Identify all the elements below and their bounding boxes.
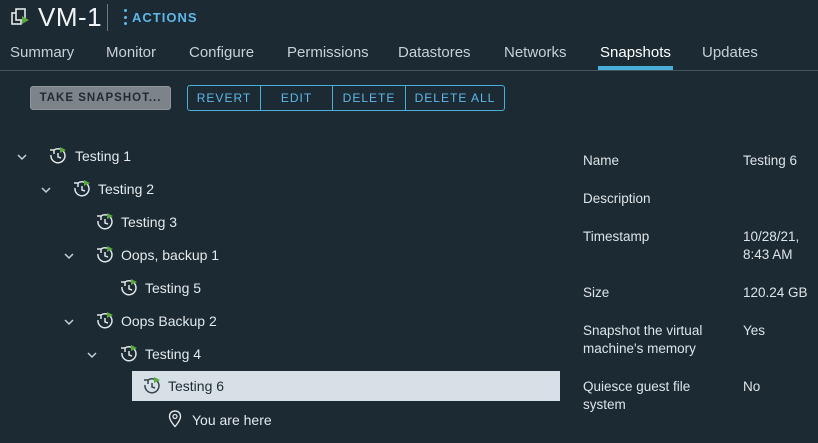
tree-item-testing-4[interactable]: Testing 4 bbox=[0, 339, 560, 369]
take-snapshot-button[interactable]: TAKE SNAPSHOT... bbox=[30, 86, 171, 110]
snapshot-icon bbox=[97, 246, 113, 263]
header-divider bbox=[107, 4, 108, 31]
snapshot-icon bbox=[74, 180, 90, 197]
vm-icon bbox=[11, 8, 29, 25]
tree-item-label: Testing 4 bbox=[145, 346, 202, 362]
detail-size-label: Size bbox=[583, 285, 610, 300]
snapshot-icon bbox=[97, 213, 113, 230]
kebab-menu-icon bbox=[124, 9, 127, 25]
tab-updates[interactable]: Updates bbox=[702, 44, 758, 61]
tree-item-testing-3[interactable]: Testing 3 bbox=[0, 207, 560, 237]
chevron-down-icon[interactable] bbox=[87, 350, 97, 360]
edit-button[interactable]: EDIT bbox=[261, 86, 333, 110]
page-title: VM-1 bbox=[38, 2, 103, 32]
snapshot-action-group: REVERT EDIT DELETE DELETE ALL bbox=[187, 85, 505, 111]
detail-name-value: Testing 6 bbox=[743, 153, 798, 168]
actions-menu-button[interactable]: ACTIONS bbox=[124, 9, 198, 25]
detail-quiesce-label-cont: system bbox=[583, 397, 626, 412]
chevron-down-icon[interactable] bbox=[64, 251, 74, 261]
tree-item-oops-backup-2[interactable]: Oops Backup 2 bbox=[0, 306, 560, 336]
detail-size-value: 120.24 GB bbox=[743, 285, 808, 300]
tree-item-testing-5[interactable]: Testing 5 bbox=[0, 273, 560, 303]
tree-item-testing-6[interactable]: Testing 6 bbox=[132, 371, 560, 401]
detail-quiesce-value: No bbox=[743, 379, 761, 394]
actions-label: ACTIONS bbox=[132, 9, 198, 25]
tab-networks[interactable]: Networks bbox=[504, 44, 567, 61]
location-pin-icon bbox=[168, 410, 182, 428]
detail-memory-label-cont: machine's memory bbox=[583, 341, 696, 356]
delete-all-button[interactable]: DELETE ALL bbox=[406, 86, 504, 110]
tree-item-label: Oops, backup 1 bbox=[121, 247, 220, 263]
detail-quiesce-label: Quiesce guest file bbox=[583, 379, 691, 394]
detail-memory-value: Yes bbox=[743, 323, 766, 338]
tree-item-testing-2[interactable]: Testing 2 bbox=[0, 174, 560, 204]
tree-item-label: Testing 1 bbox=[75, 148, 132, 164]
tree-item-label: Testing 6 bbox=[168, 378, 225, 394]
you-are-here-marker: You are here bbox=[0, 405, 560, 435]
active-tab-indicator bbox=[598, 66, 673, 70]
detail-name-label: Name bbox=[583, 153, 620, 168]
tree-item-label: Oops Backup 2 bbox=[121, 313, 217, 329]
detail-timestamp-date: 10/28/21, bbox=[743, 229, 800, 244]
snapshot-icon bbox=[121, 279, 137, 296]
chevron-down-icon[interactable] bbox=[41, 185, 51, 195]
tree-item-testing-1[interactable]: Testing 1 bbox=[0, 141, 560, 171]
tab-monitor[interactable]: Monitor bbox=[106, 44, 156, 61]
snapshot-icon bbox=[97, 312, 113, 329]
detail-timestamp-time: 8:43 AM bbox=[743, 247, 793, 262]
chevron-down-icon[interactable] bbox=[17, 152, 27, 162]
tab-permissions[interactable]: Permissions bbox=[287, 44, 369, 61]
header: VM-1 ACTIONS bbox=[0, 0, 818, 36]
tab-configure[interactable]: Configure bbox=[189, 44, 254, 61]
revert-button[interactable]: REVERT bbox=[188, 86, 261, 110]
you-are-here-label: You are here bbox=[192, 412, 272, 428]
tree-item-label: Testing 5 bbox=[145, 280, 202, 296]
detail-memory-label: Snapshot the virtual bbox=[583, 323, 703, 338]
snapshot-icon bbox=[121, 345, 137, 362]
tab-datastores[interactable]: Datastores bbox=[398, 44, 471, 61]
tab-snapshots[interactable]: Snapshots bbox=[600, 44, 671, 61]
tree-item-label: Testing 3 bbox=[121, 214, 178, 230]
tab-bar: Summary Monitor Configure Permissions Da… bbox=[0, 36, 818, 71]
delete-button[interactable]: DELETE bbox=[333, 86, 406, 110]
snapshot-icon bbox=[144, 377, 160, 394]
snapshot-icon bbox=[50, 147, 66, 164]
detail-description-label: Description bbox=[583, 191, 651, 206]
tab-summary[interactable]: Summary bbox=[10, 44, 74, 61]
tree-item-label: Testing 2 bbox=[98, 181, 155, 197]
tree-item-oops-backup-1[interactable]: Oops, backup 1 bbox=[0, 240, 560, 270]
detail-timestamp-label: Timestamp bbox=[583, 229, 650, 244]
chevron-down-icon[interactable] bbox=[64, 317, 74, 327]
